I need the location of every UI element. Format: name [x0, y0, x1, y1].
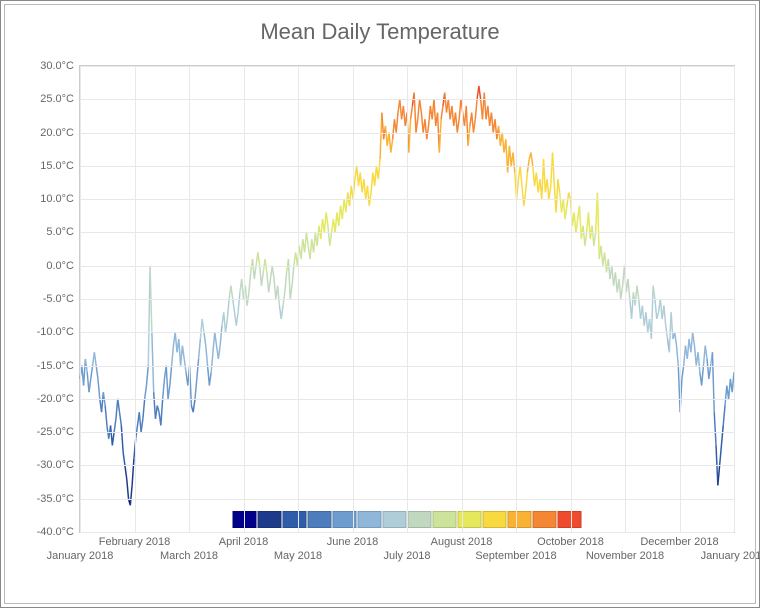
legend-swatch	[483, 511, 507, 528]
legend-swatch	[308, 511, 332, 528]
y-tick-label: -20.0°C	[37, 393, 74, 405]
legend-swatch	[558, 511, 582, 528]
legend-swatch	[283, 511, 307, 528]
x-tick-label: May 2018	[274, 550, 322, 562]
chart-title: Mean Daily Temperature	[5, 5, 755, 45]
legend-swatch	[258, 511, 282, 528]
x-tick-label: October 2018	[537, 536, 604, 548]
chart-frame: Mean Daily Temperature -40.0°C-35.0°C-30…	[4, 4, 756, 604]
x-tick-label: July 2018	[383, 550, 430, 562]
y-tick-label: 5.0°C	[46, 226, 74, 238]
x-tick-label: January 2018	[47, 550, 114, 562]
legend-swatch	[358, 511, 382, 528]
legend-swatch	[433, 511, 457, 528]
y-tick-label: 30.0°C	[40, 60, 74, 72]
x-tick-label: August 2018	[431, 536, 493, 548]
legend-swatch	[533, 511, 557, 528]
y-tick-label: -10.0°C	[37, 326, 74, 338]
y-tick-label: 0.0°C	[46, 260, 74, 272]
y-tick-label: 15.0°C	[40, 160, 74, 172]
y-tick-label: -25.0°C	[37, 426, 74, 438]
y-tick-label: -15.0°C	[37, 360, 74, 372]
y-tick-label: -5.0°C	[43, 293, 74, 305]
legend-swatch	[383, 511, 407, 528]
x-tick-label: January 2019	[701, 550, 760, 562]
legend-swatch	[408, 511, 432, 528]
x-tick-label: June 2018	[327, 536, 378, 548]
y-tick-label: -30.0°C	[37, 459, 74, 471]
y-tick-label: -40.0°C	[37, 526, 74, 538]
x-tick-label: February 2018	[99, 536, 171, 548]
y-tick-label: -35.0°C	[37, 493, 74, 505]
x-tick-label: November 2018	[586, 550, 664, 562]
legend-swatch	[508, 511, 532, 528]
x-tick-label: April 2018	[219, 536, 269, 548]
x-tick-label: March 2018	[160, 550, 218, 562]
plot-area: -40.0°C-35.0°C-30.0°C-25.0°C-20.0°C-15.0…	[79, 65, 735, 533]
chart-container: Mean Daily Temperature -40.0°C-35.0°C-30…	[0, 0, 760, 608]
y-tick-label: 20.0°C	[40, 127, 74, 139]
y-tick-label: 25.0°C	[40, 93, 74, 105]
x-tick-label: December 2018	[640, 536, 718, 548]
y-tick-label: 10.0°C	[40, 193, 74, 205]
legend-swatch	[233, 511, 257, 528]
x-tick-label: September 2018	[475, 550, 556, 562]
